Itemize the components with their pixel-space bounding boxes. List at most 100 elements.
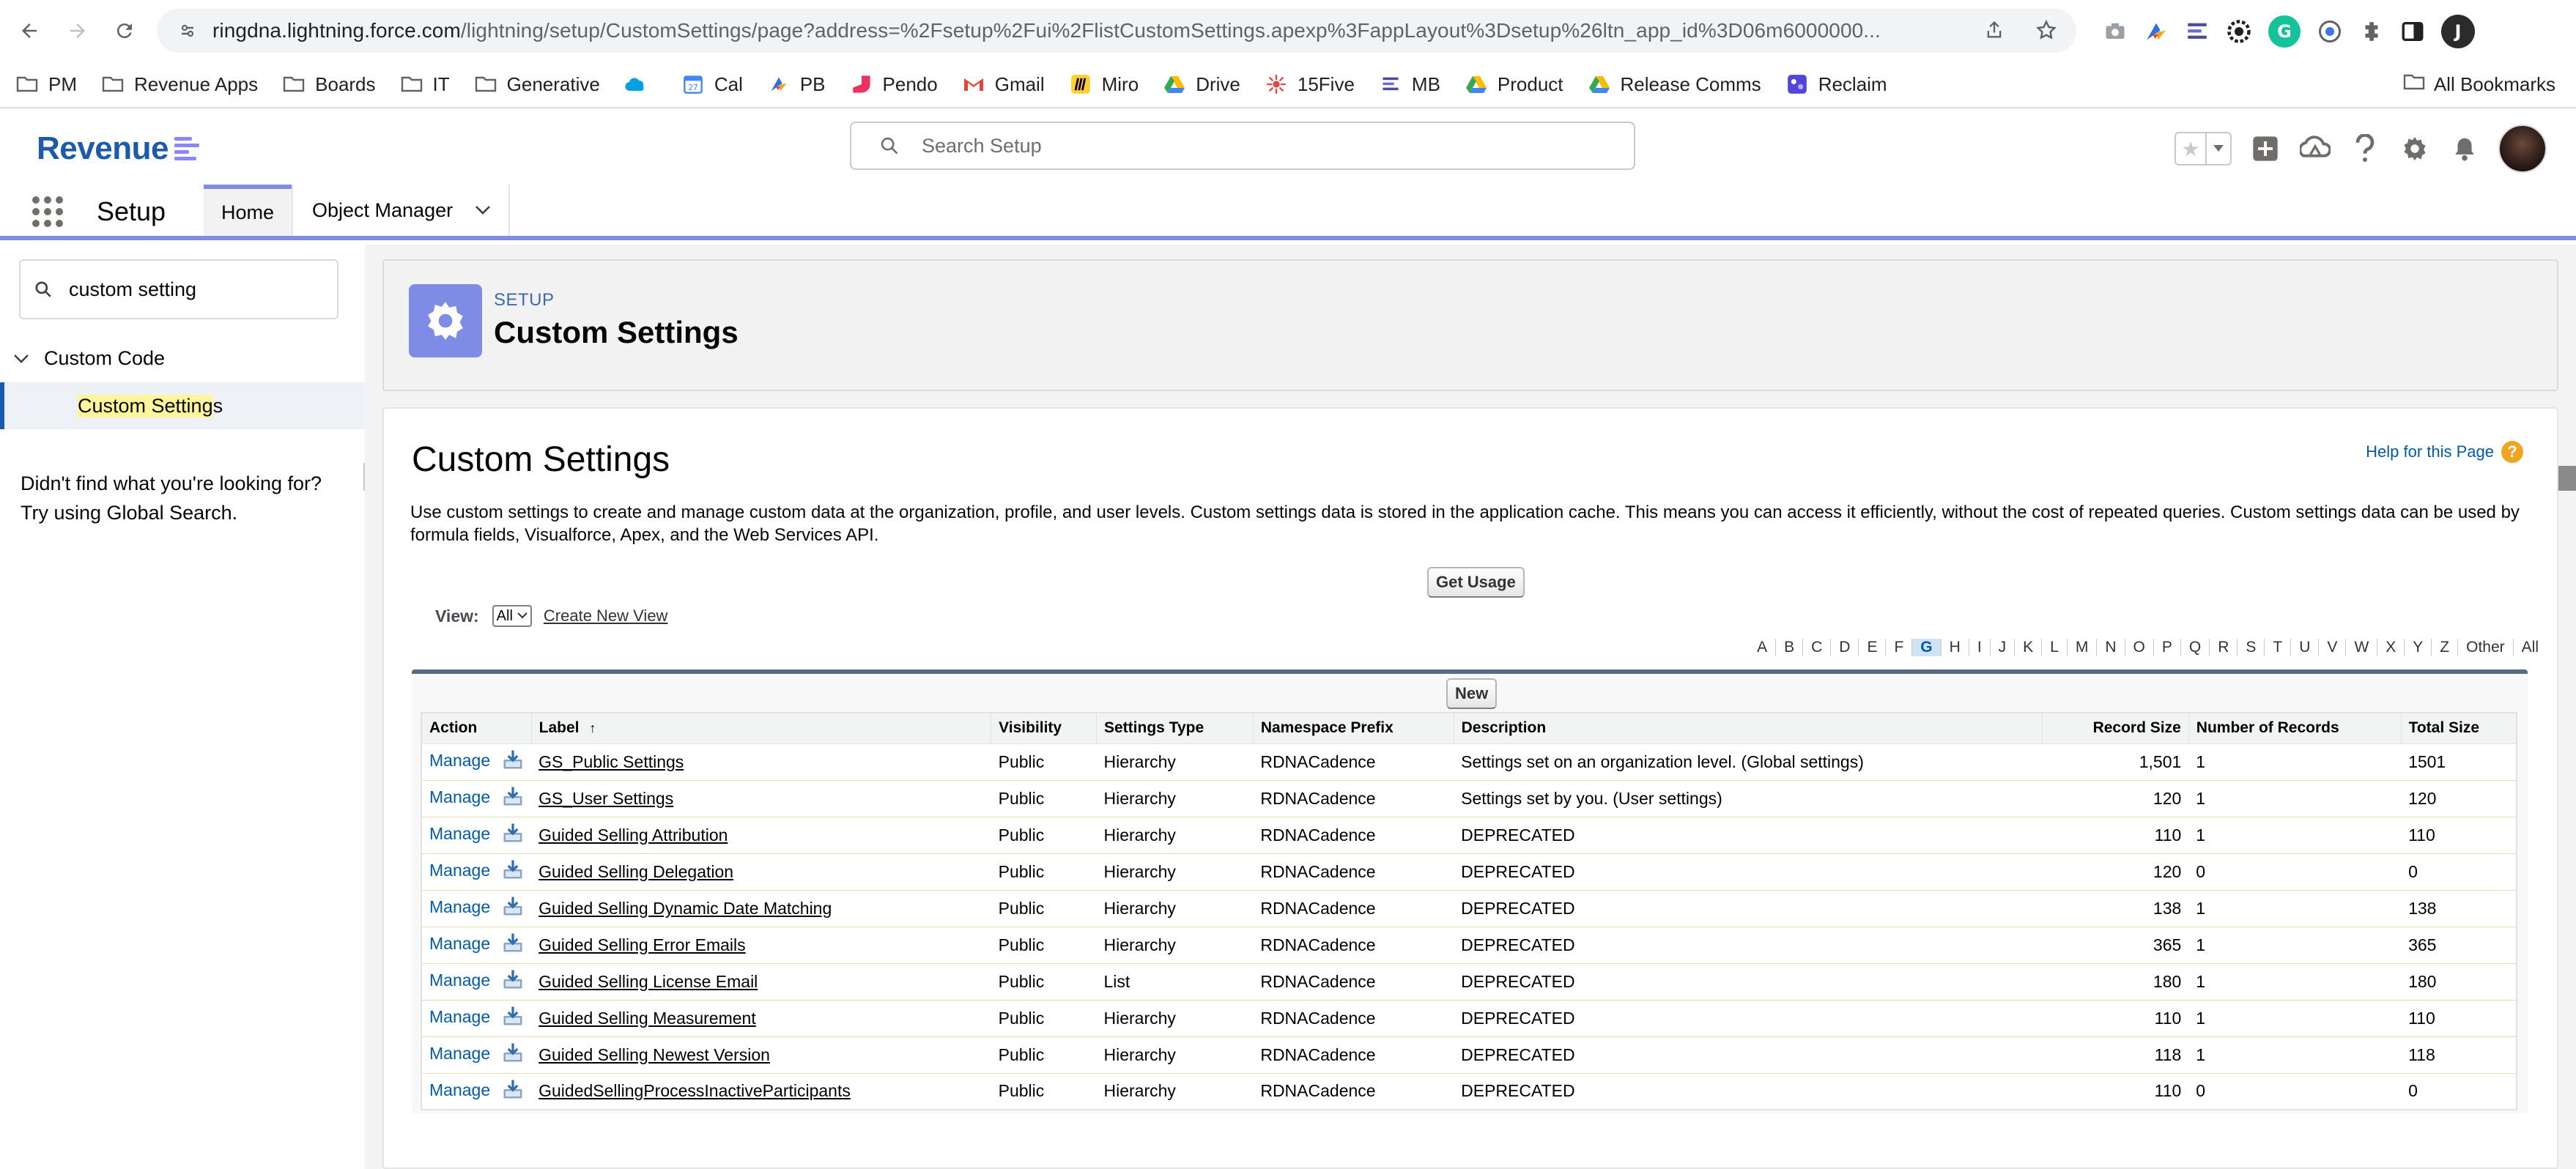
- bookmark-item[interactable]: IT: [401, 73, 450, 96]
- setup-gear-icon[interactable]: [2399, 133, 2431, 165]
- favorites-dropdown[interactable]: [2205, 133, 2230, 164]
- manage-link[interactable]: Manage: [429, 1007, 490, 1026]
- help-for-page-link[interactable]: Help for this Page ?: [2366, 441, 2523, 463]
- search-setup-input[interactable]: [922, 134, 1581, 157]
- chevron-down-icon[interactable]: [13, 354, 29, 364]
- manage-link[interactable]: Manage: [429, 751, 490, 770]
- manage-link[interactable]: Manage: [429, 824, 490, 843]
- alpha-filter-b[interactable]: B: [1776, 639, 1804, 656]
- download-icon[interactable]: [502, 1042, 524, 1068]
- bookmark-item[interactable]: MB: [1380, 73, 1440, 96]
- bookmark-star-icon[interactable]: [2035, 19, 2057, 41]
- alpha-filter-g[interactable]: G: [1912, 639, 1942, 656]
- setting-label-link[interactable]: Guided Selling Error Emails: [538, 935, 746, 954]
- favorite-star-icon[interactable]: ★: [2176, 133, 2205, 164]
- alpha-filter-i[interactable]: I: [1969, 639, 1991, 656]
- alpha-filter-v[interactable]: V: [2319, 639, 2347, 656]
- alpha-filter-r[interactable]: R: [2210, 639, 2238, 656]
- trailhead-guidance-icon[interactable]: [2299, 133, 2331, 165]
- mb-extension-icon[interactable]: [2185, 19, 2210, 44]
- alpha-filter-j[interactable]: J: [1991, 639, 2016, 656]
- notifications-bell-icon[interactable]: [2449, 133, 2481, 165]
- alpha-filter-s[interactable]: S: [2238, 639, 2265, 656]
- bookmark-item[interactable]: Gmail: [963, 73, 1045, 96]
- download-icon[interactable]: [502, 858, 524, 885]
- get-usage-button[interactable]: Get Usage: [1427, 567, 1525, 598]
- download-icon[interactable]: [502, 1078, 524, 1105]
- bookmark-item[interactable]: Product: [1465, 73, 1563, 96]
- site-info-icon[interactable]: [179, 21, 196, 41]
- chevron-down-icon[interactable]: [475, 205, 491, 215]
- brand-logo[interactable]: Revenue: [37, 130, 199, 167]
- alpha-filter-o[interactable]: O: [2125, 639, 2154, 656]
- column-header-label[interactable]: Label ↑: [530, 712, 992, 744]
- bookmark-item[interactable]: PM: [16, 73, 77, 96]
- alpha-filter-h[interactable]: H: [1942, 639, 1969, 656]
- back-arrow-icon[interactable]: [15, 16, 44, 45]
- manage-link[interactable]: Manage: [429, 971, 490, 990]
- download-icon[interactable]: [502, 932, 524, 958]
- setting-label-link[interactable]: GS_User Settings: [538, 789, 673, 808]
- forward-arrow-icon[interactable]: [63, 16, 92, 45]
- download-icon[interactable]: [502, 895, 524, 921]
- bookmark-item[interactable]: PB: [768, 73, 826, 96]
- puzzle-extensions-icon[interactable]: [2359, 19, 2384, 44]
- bookmark-item[interactable]: Release Comms: [1588, 73, 1761, 96]
- alpha-filter-u[interactable]: U: [2291, 639, 2320, 656]
- address-bar[interactable]: ringdna.lightning.force.com/lightning/se…: [157, 9, 2076, 53]
- alpha-filter-other[interactable]: Other: [2458, 639, 2514, 656]
- alpha-filter-n[interactable]: N: [2097, 639, 2125, 656]
- alpha-filter-x[interactable]: X: [2377, 639, 2405, 656]
- share-icon[interactable]: [1984, 19, 2005, 41]
- manage-link[interactable]: Manage: [429, 1080, 490, 1099]
- tree-group-custom-code[interactable]: Custom Code: [13, 347, 165, 370]
- manage-link[interactable]: Manage: [429, 787, 490, 806]
- alpha-filter-w[interactable]: W: [2346, 639, 2378, 656]
- alpha-filter-all[interactable]: All: [2514, 639, 2547, 656]
- pb-extension-icon[interactable]: [2144, 19, 2169, 44]
- alpha-filter-c[interactable]: C: [1803, 639, 1832, 656]
- user-avatar[interactable]: [2498, 125, 2547, 173]
- new-button[interactable]: New: [1446, 678, 1498, 709]
- bookmark-item[interactable]: 27 Cal: [682, 73, 743, 96]
- bookmark-item[interactable]: Generative: [475, 73, 600, 96]
- tab-home[interactable]: Home: [204, 185, 292, 236]
- global-actions-icon[interactable]: [2249, 133, 2281, 165]
- quick-find-input[interactable]: [69, 278, 333, 301]
- download-icon[interactable]: [502, 968, 524, 995]
- setting-label-link[interactable]: Guided Selling Dynamic Date Matching: [538, 899, 832, 918]
- tree-item-custom-settings[interactable]: Custom Setting s: [0, 382, 365, 429]
- tab-object-manager[interactable]: Object Manager: [292, 185, 510, 236]
- setting-label-link[interactable]: GS_Public Settings: [538, 752, 684, 771]
- alpha-filter-a[interactable]: A: [1749, 639, 1777, 656]
- setting-label-link[interactable]: Guided Selling Attribution: [538, 825, 728, 845]
- reload-icon[interactable]: [110, 16, 139, 45]
- global-search-box[interactable]: [850, 122, 1635, 170]
- alpha-filter-d[interactable]: D: [1831, 639, 1859, 656]
- download-icon[interactable]: [502, 1005, 524, 1031]
- bookmark-item[interactable]: Revenue Apps: [102, 73, 258, 96]
- alpha-filter-e[interactable]: E: [1859, 639, 1887, 656]
- alpha-filter-l[interactable]: L: [2042, 639, 2068, 656]
- app-launcher-icon[interactable]: [32, 196, 63, 227]
- profile-avatar-icon[interactable]: J: [2441, 15, 2475, 48]
- manage-link[interactable]: Manage: [429, 861, 490, 880]
- bookmark-item[interactable]: Boards: [283, 73, 376, 96]
- alpha-filter-q[interactable]: Q: [2181, 639, 2210, 656]
- setting-label-link[interactable]: Guided Selling License Email: [538, 972, 758, 991]
- download-icon[interactable]: [502, 822, 524, 848]
- alpha-filter-y[interactable]: Y: [2405, 639, 2432, 656]
- bookmark-item[interactable]: Miro: [1070, 73, 1139, 96]
- bookmark-item[interactable]: Reclaim: [1786, 73, 1887, 96]
- alpha-filter-p[interactable]: P: [2154, 639, 2181, 656]
- gear-extension-icon[interactable]: [2226, 18, 2252, 45]
- help-question-icon[interactable]: [2349, 133, 2381, 165]
- setting-label-link[interactable]: Guided Selling Newest Version: [538, 1045, 770, 1064]
- setting-label-link[interactable]: Guided Selling Delegation: [538, 862, 733, 881]
- setting-label-link[interactable]: GuidedSellingProcessInactiveParticipants: [538, 1081, 851, 1100]
- bookmark-item[interactable]: [625, 75, 657, 94]
- panel-scroll-handle[interactable]: [2557, 466, 2576, 491]
- download-icon[interactable]: [502, 785, 524, 812]
- bookmark-item[interactable]: 15Five: [1265, 73, 1355, 96]
- info-extension-icon[interactable]: [2317, 18, 2343, 45]
